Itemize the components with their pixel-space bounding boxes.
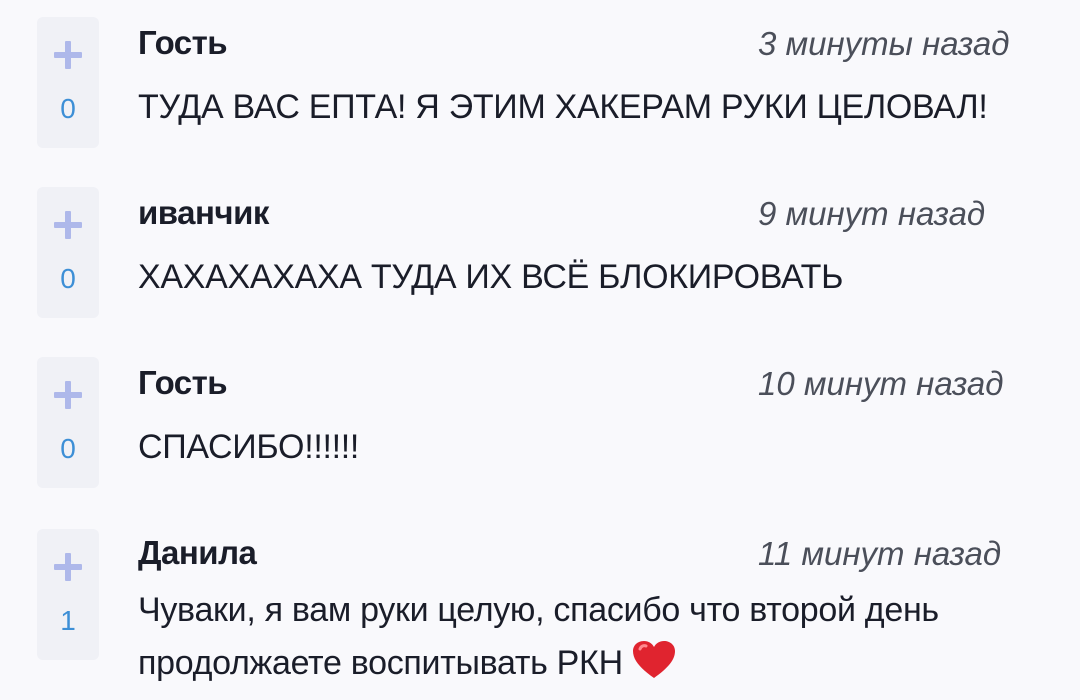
comment-item: 0 Гость 10 минут назад СПАСИБО!!!!!!: [0, 340, 1080, 510]
upvote-plus-icon[interactable]: [54, 41, 82, 69]
vote-count: 0: [60, 93, 76, 124]
vote-count: 0: [60, 433, 76, 464]
upvote-plus-icon[interactable]: [54, 381, 82, 409]
upvote-plus-icon[interactable]: [54, 211, 82, 239]
vote-count: 1: [60, 605, 76, 636]
comment-item: 1 Данила 11 минут назад Чуваки, я вам ру…: [0, 510, 1080, 700]
comment-time: 11 минут назад: [758, 535, 1002, 572]
comment-item: 0 Гость 3 минуты назад ТУДА ВАС ЕПТА! Я …: [0, 0, 1080, 170]
comment-text-content: Чуваки, я вам руки целую, спасибо что вт…: [138, 591, 939, 682]
comment-author[interactable]: Гость: [138, 24, 228, 62]
comment-text: ХАХАХАХАХА ТУДА ИХ ВСЁ БЛОКИРОВАТЬ: [138, 258, 844, 296]
comment-time: 10 минут назад: [758, 365, 1004, 402]
vote-box: 0: [37, 17, 99, 148]
vote-box: 0: [37, 357, 99, 488]
comment-author[interactable]: Гость: [138, 364, 228, 402]
comment-text: СПАСИБО!!!!!!: [138, 428, 360, 466]
comment-time: 3 минуты назад: [758, 25, 1010, 62]
comments-list: 0 Гость 3 минуты назад ТУДА ВАС ЕПТА! Я …: [0, 0, 1080, 700]
vote-count: 0: [60, 263, 76, 294]
vote-box: 1: [37, 529, 99, 660]
comment-author[interactable]: иванчик: [138, 194, 269, 232]
comment-item: 0 иванчик 9 минут назад ХАХАХАХАХА ТУДА …: [0, 170, 1080, 340]
comment-time: 9 минут назад: [758, 195, 986, 232]
vote-box: 0: [37, 187, 99, 318]
heart-emoji-icon: [632, 641, 675, 678]
upvote-plus-icon[interactable]: [54, 553, 82, 581]
comment-author[interactable]: Данила: [138, 534, 257, 572]
comment-text: ТУДА ВАС ЕПТА! Я ЭТИМ ХАКЕРАМ РУКИ ЦЕЛОВ…: [138, 88, 988, 126]
comment-text: Чуваки, я вам руки целую, спасибо что вт…: [138, 584, 1058, 690]
